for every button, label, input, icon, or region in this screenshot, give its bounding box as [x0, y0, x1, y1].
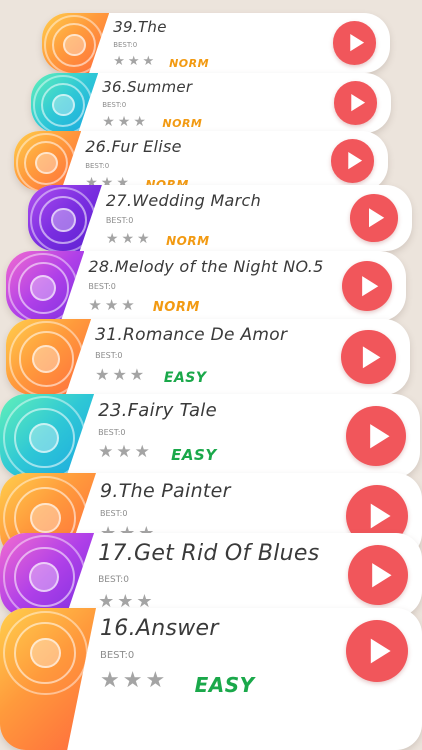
song-title: 36.Summer — [102, 78, 193, 96]
best-score: BEST:0 — [113, 41, 138, 50]
song-title: 31.Romance De Amor — [95, 325, 288, 345]
best-score: BEST:0 — [102, 101, 127, 110]
difficulty-badge: EASY — [194, 673, 255, 698]
play-button[interactable] — [341, 260, 392, 312]
song-card[interactable]: 17.Get Rid Of Blues BEST:0 ★ ★ ★ — [0, 533, 422, 617]
difficulty-badge: NORM — [162, 117, 203, 131]
play-button[interactable] — [332, 21, 376, 65]
star-icon: ★ — [129, 365, 145, 385]
star-icon: ★ — [100, 668, 120, 694]
play-button[interactable] — [350, 194, 398, 242]
disc-icon — [0, 394, 95, 478]
song-title: 9.The Painter — [100, 480, 231, 502]
play-button[interactable] — [341, 329, 396, 385]
star-rating: ★★★ — [88, 295, 135, 314]
song-card[interactable]: 36.Summer BEST:0 ★ ★ ★ NORM — [31, 73, 391, 133]
disc-icon — [6, 251, 85, 321]
play-button[interactable] — [345, 405, 406, 467]
disc-icon — [14, 131, 82, 191]
star-rating: ★★★ — [102, 115, 146, 129]
star-icon: ★ — [105, 230, 119, 247]
song-title: 27.Wedding March — [105, 191, 262, 210]
star-icon: ★ — [102, 114, 115, 131]
difficulty-badge: NORM — [166, 233, 210, 248]
best-score: BEST:0 — [98, 427, 126, 437]
best-score: BEST:0 — [100, 650, 135, 662]
star-icon: ★ — [145, 668, 166, 694]
disc-icon — [0, 608, 96, 750]
best-score: BEST:0 — [95, 351, 123, 361]
play-icon — [369, 208, 385, 228]
star-icon: ★ — [112, 365, 127, 385]
play-icon — [370, 638, 391, 664]
difficulty-badge: EASY — [163, 369, 207, 386]
star-icon: ★ — [121, 230, 135, 247]
song-title: 17.Get Rid Of Blues — [98, 541, 320, 566]
play-button[interactable] — [333, 81, 377, 125]
star-icon: ★ — [116, 441, 132, 462]
difficulty-badge: NORM — [152, 300, 200, 316]
best-score: BEST:0 — [85, 161, 110, 170]
song-card[interactable]: 27.Wedding March BEST:0 ★ ★ ★ NORM — [28, 185, 412, 251]
difficulty-badge: NORM — [169, 57, 210, 71]
song-card[interactable]: 39.The BEST:0 ★ ★ ★ NORM — [42, 13, 390, 73]
star-rating: ★★★ — [98, 441, 150, 462]
song-title: 23.Fairy Tale — [98, 400, 217, 421]
star-icon: ★ — [137, 230, 150, 247]
star-icon: ★ — [95, 365, 110, 385]
song-card[interactable]: 31.Romance De Amor BEST:0 ★ ★ ★ EASY — [6, 319, 410, 395]
song-card[interactable]: 28.Melody of the Night NO.5 BEST:0 ★ ★ ★ NORM — [6, 251, 406, 321]
star-icon: ★ — [121, 295, 135, 314]
play-button[interactable] — [346, 620, 408, 682]
song-list-screen: { "colors": { "background": "#ece4dc", "… — [0, 0, 422, 750]
song-title: 28.Melody of the Night NO.5 — [88, 257, 324, 276]
song-card[interactable]: 16.Answer BEST:0 ★ ★ ★ EASY — [0, 608, 422, 750]
disc-icon — [42, 13, 110, 73]
difficulty-badge: EASY — [171, 446, 217, 465]
star-icon: ★ — [122, 668, 143, 694]
song-card[interactable]: 26.Fur EliseBEST:0★★★NORM — [14, 131, 388, 191]
best-score: BEST:0 — [105, 215, 134, 225]
play-icon — [369, 423, 390, 449]
star-icon: ★ — [98, 441, 114, 462]
best-score: BEST:0 — [88, 281, 116, 291]
play-icon — [371, 562, 392, 588]
song-list: 39.The BEST:0 ★ ★ ★ NORM 36.Summer BEST:0 ★ ★ ★ NOR… — [0, 0, 422, 750]
song-title: 16.Answer — [100, 616, 219, 641]
star-rating: ★★★ — [106, 232, 150, 246]
play-icon — [350, 34, 364, 52]
star-icon: ★ — [127, 54, 140, 70]
star-icon: ★ — [117, 114, 131, 131]
best-score: BEST:0 — [98, 575, 129, 586]
star-icon: ★ — [142, 54, 155, 70]
song-title: 39.The — [113, 18, 167, 36]
disc-icon — [6, 319, 92, 395]
song-card[interactable]: 23.Fairy Tale BEST:0 ★ ★ ★ EASY — [0, 394, 420, 478]
play-icon — [361, 275, 378, 297]
star-icon: ★ — [113, 54, 125, 70]
best-score: BEST:0 — [100, 509, 128, 519]
star-icon: ★ — [104, 295, 119, 314]
disc-icon — [0, 533, 95, 617]
star-rating: ★★★ — [95, 367, 144, 383]
song-title: 26.Fur Elise — [85, 137, 182, 156]
play-button[interactable] — [347, 544, 408, 606]
play-button[interactable] — [330, 139, 374, 183]
play-icon — [348, 152, 362, 170]
star-icon: ★ — [88, 295, 102, 314]
disc-icon — [28, 185, 102, 251]
disc-icon — [31, 73, 99, 133]
star-icon: ★ — [134, 441, 150, 462]
star-icon: ★ — [133, 114, 146, 131]
star-rating: ★★★ — [100, 670, 165, 692]
play-icon — [351, 94, 365, 112]
play-icon — [363, 346, 381, 368]
star-rating: ★★★ — [113, 55, 154, 68]
